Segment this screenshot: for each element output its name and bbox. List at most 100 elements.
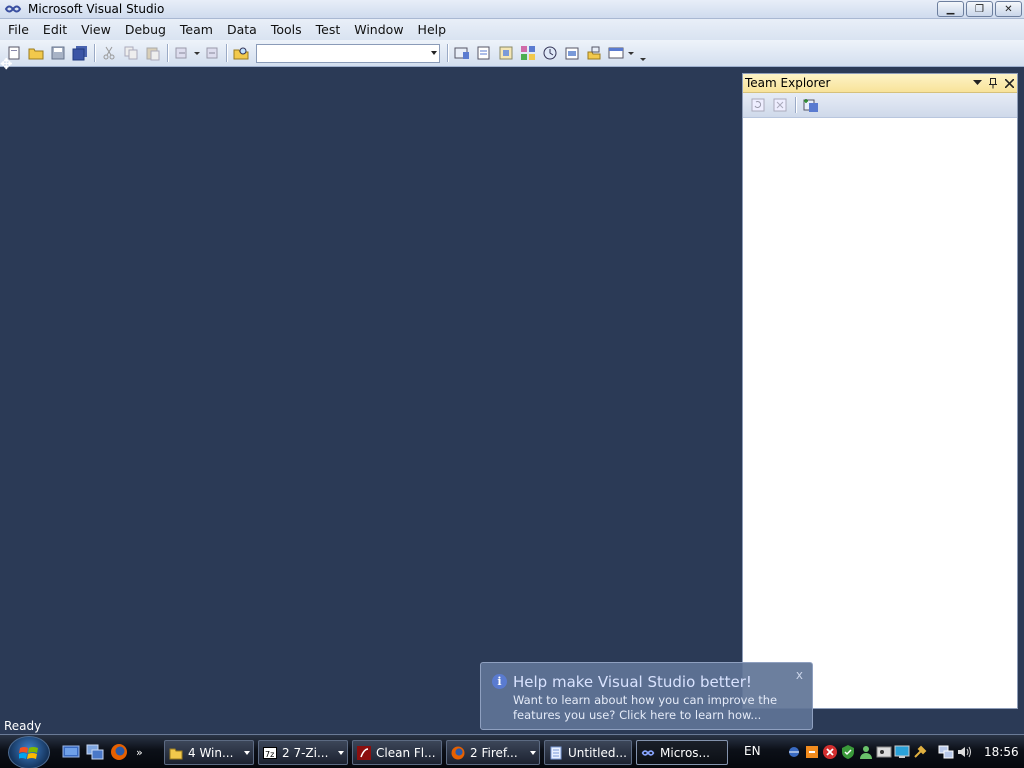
firefox-icon[interactable] [110, 743, 128, 761]
language-indicator[interactable]: EN [744, 744, 761, 758]
menu-window[interactable]: Window [347, 20, 410, 39]
svg-text:7z: 7z [265, 750, 274, 759]
taskbar-button-notepad[interactable]: Untitled... [544, 740, 632, 765]
menu-help[interactable]: Help [411, 20, 454, 39]
minimize-button[interactable]: ▁ [937, 1, 964, 17]
notification-balloon[interactable]: i Help make Visual Studio better! Want t… [480, 662, 813, 730]
info-icon: i [492, 674, 507, 689]
chevron-down-icon [431, 50, 437, 55]
menu-data[interactable]: Data [220, 20, 264, 39]
menu-debug[interactable]: Debug [118, 20, 173, 39]
chevron-down-icon [244, 751, 250, 755]
taskbar: » 4 Win... 7z 2 7-Zi... Clean Fl... 2 Fi… [0, 734, 1024, 768]
network-icon[interactable] [938, 744, 954, 760]
copy-button[interactable] [120, 42, 142, 64]
quick-launch-more[interactable]: » [136, 746, 143, 759]
tools-icon[interactable] [912, 744, 928, 760]
add-project-button[interactable] [801, 95, 821, 115]
start-button[interactable] [8, 736, 50, 768]
notepad-icon [550, 746, 562, 759]
close-panel-button[interactable] [1003, 76, 1015, 90]
taskbar-button-clean-flash[interactable]: Clean Fl... [352, 740, 442, 765]
refresh-button[interactable] [748, 95, 768, 115]
team-explorer-button[interactable] [583, 42, 605, 64]
messenger-icon[interactable] [858, 744, 874, 760]
clock[interactable]: 18:56 [984, 745, 1019, 759]
balloon-title: Help make Visual Studio better! [513, 673, 752, 691]
open-file-icon [28, 48, 44, 60]
window-title: Microsoft Visual Studio [28, 2, 165, 16]
team-explorer-header[interactable]: Team Explorer [743, 74, 1017, 93]
task-label: Micros... [660, 745, 710, 760]
find-in-files-icon [233, 47, 249, 60]
network-activity-icon[interactable] [786, 744, 802, 760]
auto-hide-button[interactable] [987, 76, 999, 90]
properties-icon [477, 46, 490, 60]
standard-toolbar [0, 40, 1024, 67]
quick-launch: » [62, 743, 143, 761]
stop-button[interactable] [770, 95, 790, 115]
menu-edit[interactable]: Edit [36, 20, 74, 39]
chevron-down-icon [972, 80, 982, 85]
system-tray [786, 740, 972, 764]
taskbar-button-explorer[interactable]: 4 Win... [164, 740, 254, 765]
update-icon[interactable] [804, 744, 820, 760]
volume-icon[interactable] [956, 744, 972, 760]
object-browser-button[interactable] [495, 42, 517, 64]
taskbar-button-firefox[interactable]: 2 Firef... [446, 740, 540, 765]
other-windows-button[interactable] [605, 42, 627, 64]
balloon-close-button[interactable]: x [796, 668, 803, 682]
chevron-down-icon [530, 751, 536, 755]
status-text: Ready [4, 719, 42, 733]
menu-test[interactable]: Test [309, 20, 348, 39]
start-page-button[interactable] [539, 42, 561, 64]
solution-explorer-icon [454, 47, 469, 59]
toolbox-button[interactable] [561, 42, 583, 64]
team-explorer-toolbar [743, 93, 1017, 118]
taskbar-button-7zip[interactable]: 7z 2 7-Zi... [258, 740, 348, 765]
undo-icon [175, 47, 187, 59]
undo-dropdown[interactable] [193, 52, 201, 55]
close-button[interactable]: ✕ [995, 1, 1022, 17]
other-windows-dropdown[interactable] [627, 52, 635, 55]
security-alert-icon[interactable] [822, 744, 838, 760]
taskbar-button-visual-studio[interactable]: Micros... [636, 740, 728, 765]
refresh-icon [751, 98, 765, 112]
visual-studio-icon [4, 5, 22, 13]
class-view-button[interactable] [517, 42, 539, 64]
toolbar-options-dropdown[interactable] [639, 42, 647, 64]
close-icon: ✕ [1004, 3, 1013, 15]
save-all-button[interactable] [69, 42, 91, 64]
close-icon [1004, 78, 1014, 88]
visual-studio-icon [641, 749, 655, 756]
paste-icon [146, 47, 160, 61]
cut-button[interactable] [98, 42, 120, 64]
properties-button[interactable] [473, 42, 495, 64]
menu-file[interactable]: File [1, 20, 36, 39]
minimize-icon: ▁ [946, 3, 955, 15]
restore-button[interactable]: ❐ [966, 1, 993, 17]
switch-windows-icon[interactable] [86, 743, 104, 761]
toolbar-separator [795, 97, 796, 113]
menu-view[interactable]: View [74, 20, 118, 39]
redo-button[interactable] [201, 42, 223, 64]
undo-button[interactable] [171, 42, 193, 64]
7zip-icon: 7z [263, 746, 277, 759]
paste-button[interactable] [142, 42, 164, 64]
menu-tools[interactable]: Tools [264, 20, 309, 39]
show-desktop-icon[interactable] [62, 743, 80, 761]
window-position-button[interactable] [971, 76, 983, 90]
balloon-text[interactable]: Want to learn about how you can improve … [513, 693, 808, 723]
save-button[interactable] [47, 42, 69, 64]
solution-explorer-button[interactable] [451, 42, 473, 64]
find-combobox[interactable] [256, 43, 440, 63]
find-in-files-button[interactable] [230, 42, 252, 64]
menu-bar: File Edit View Debug Team Data Tools Tes… [0, 19, 1024, 40]
antivirus-icon[interactable] [840, 744, 856, 760]
display-settings-icon[interactable] [894, 744, 910, 760]
open-file-button[interactable] [25, 42, 47, 64]
stop-icon [773, 98, 787, 112]
device-manager-icon[interactable] [876, 744, 892, 760]
redo-icon [206, 47, 218, 59]
menu-team[interactable]: Team [173, 20, 220, 39]
